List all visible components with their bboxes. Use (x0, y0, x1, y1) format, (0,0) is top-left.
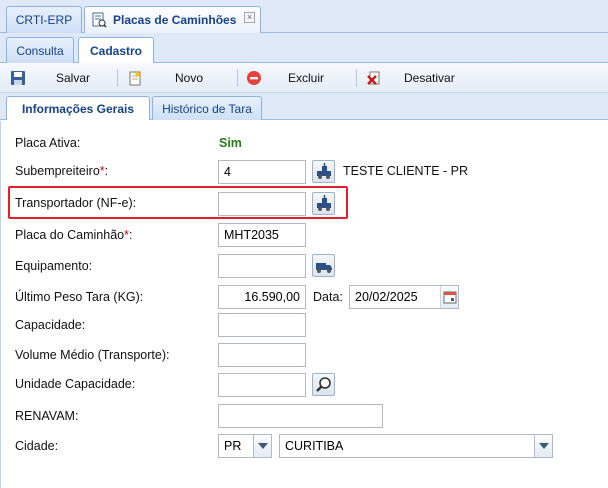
tab-label: Consulta (16, 43, 64, 58)
close-icon[interactable]: × (244, 12, 255, 23)
deactivate-button[interactable]: Desativar (366, 67, 455, 89)
truck-icon (316, 263, 332, 273)
search-icon (316, 377, 331, 392)
new-button[interactable]: Novo (127, 67, 203, 89)
equipamento-lookup-button[interactable] (312, 254, 335, 277)
capacidade-label: Capacidade: (15, 318, 86, 332)
chevron-down-icon[interactable] (534, 435, 552, 457)
placa-caminhao-field[interactable]: MHT2035 (218, 223, 306, 247)
tab-label: Placas de Caminhões (113, 13, 237, 27)
toolbar: Salvar Novo Excluir Desativar (0, 63, 608, 93)
label-suffix: : (128, 228, 133, 242)
save-button[interactable]: Salvar (10, 67, 90, 89)
equipamento-field[interactable] (218, 254, 306, 278)
delete-label: Excluir (288, 71, 325, 85)
data-field[interactable]: 20/02/2025 (349, 285, 459, 309)
equipamento-label: Equipamento: (15, 259, 93, 273)
subempreiteiro-label: Subempreiteiro*: (15, 164, 108, 178)
placa-ativa-label: Placa Ativa: (15, 136, 81, 150)
new-document-icon (127, 70, 143, 86)
tab-placas-caminhoes[interactable]: Placas de Caminhões × (84, 6, 261, 33)
tab-label: Histórico de Tara (162, 101, 252, 116)
transportador-field[interactable] (218, 192, 306, 216)
tab-consulta[interactable]: Consulta (6, 37, 74, 63)
volume-medio-field[interactable] (218, 343, 306, 367)
ultimo-peso-label: Último Peso Tara (KG): (15, 290, 144, 304)
toolbar-separator (117, 69, 118, 87)
cidade-select[interactable]: CURITIBA (279, 434, 553, 458)
toolbar-separator (237, 69, 238, 87)
deactivate-label: Desativar (404, 71, 455, 85)
toolbar-separator (356, 69, 357, 87)
new-label: Novo (175, 71, 204, 85)
cidade-label: Cidade: (15, 439, 59, 453)
label-text: Placa do Caminhão (15, 228, 125, 242)
subempreiteiro-lookup-button[interactable] (312, 160, 335, 183)
inner-tab-bar: Informações Gerais Histórico de Tara (0, 93, 608, 120)
transportador-lookup-button[interactable] (312, 192, 335, 215)
transportador-label: Transportador (NF-e): (15, 196, 137, 210)
subempreiteiro-field[interactable]: 4 (218, 160, 306, 184)
tab-label: Informações Gerais (21, 101, 135, 116)
form-panel: Placa Ativa: Sim Subempreiteiro*: 4 TEST… (0, 121, 608, 488)
renavam-field[interactable] (218, 404, 383, 428)
tab-informacoes-gerais[interactable]: Informações Gerais (6, 96, 150, 120)
placa-ativa-value: Sim (219, 136, 242, 150)
city-value: CURITIBA (285, 439, 344, 453)
uf-select[interactable]: PR (218, 434, 272, 458)
calendar-icon[interactable] (440, 286, 458, 308)
top-tab-bar: CRTI-ERP Placas de Caminhões × (0, 0, 608, 33)
ultimo-peso-field[interactable]: 16.590,00 (218, 285, 306, 309)
tab-historico-tara[interactable]: Histórico de Tara (152, 96, 262, 120)
tab-cadastro[interactable]: Cadastro (78, 37, 154, 63)
subempreiteiro-description: TESTE CLIENTE - PR (343, 164, 469, 178)
deactivate-icon (366, 70, 382, 86)
data-label: Data: (313, 290, 343, 304)
truck-search-icon (317, 163, 331, 179)
unidade-capacidade-label: Unidade Capacidade: (15, 377, 136, 391)
truck-search-icon (317, 195, 331, 211)
tab-label: Cadastro (89, 43, 142, 58)
renavam-label: RENAVAM: (15, 409, 79, 423)
date-value: 20/02/2025 (355, 290, 418, 304)
capacidade-field[interactable] (218, 313, 306, 337)
unidade-capacidade-lookup-button[interactable] (312, 373, 335, 396)
unidade-capacidade-field[interactable] (218, 373, 306, 397)
tab-label: CRTI-ERP (15, 13, 73, 27)
label-suffix: : (104, 164, 109, 178)
placa-caminhao-label: Placa do Caminhão*: (15, 228, 132, 242)
tab-crti-erp[interactable]: CRTI-ERP (6, 6, 82, 33)
delete-icon (246, 70, 262, 86)
uf-value: PR (224, 439, 242, 453)
document-icon (91, 12, 107, 28)
chevron-down-icon[interactable] (253, 435, 271, 457)
delete-button[interactable]: Excluir (246, 67, 324, 89)
sub-tab-bar: Consulta Cadastro (0, 33, 608, 63)
label-text: Subempreiteiro (15, 164, 100, 178)
volume-medio-label: Volume Médio (Transporte): (15, 348, 170, 362)
floppy-disk-icon (10, 70, 26, 86)
save-label: Salvar (56, 71, 91, 85)
